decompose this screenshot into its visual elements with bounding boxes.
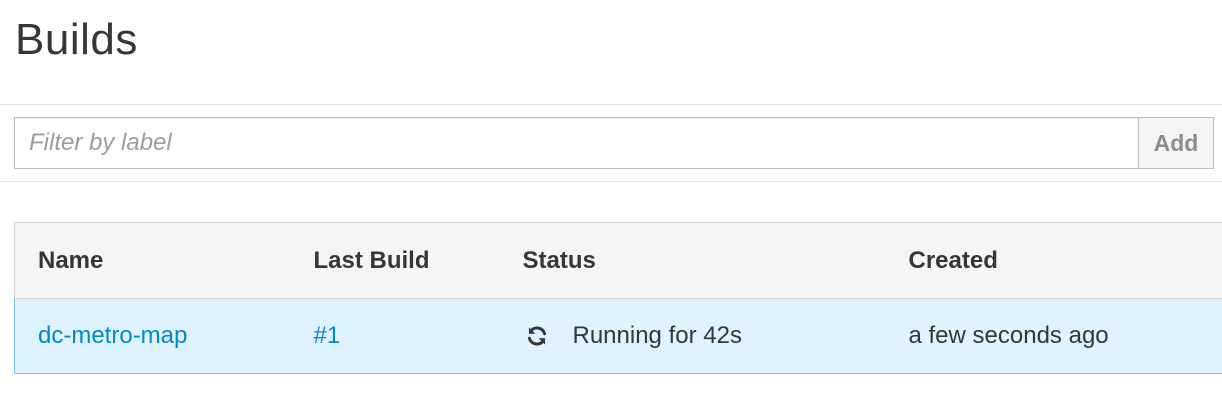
build-config-link[interactable]: dc-metro-map — [38, 322, 187, 349]
table-row[interactable]: dc-metro-map #1 Running for 42s a few se… — [14, 298, 1222, 374]
filter-by-label-input[interactable] — [14, 117, 1138, 169]
table-header-row: Name Last Build Status Created — [14, 222, 1222, 299]
column-header-last-build: Last Build — [290, 222, 500, 299]
sync-icon — [526, 325, 548, 347]
column-header-status: Status — [499, 222, 886, 299]
created-cell: a few seconds ago — [885, 298, 1222, 374]
status-text: Running for 42s — [572, 322, 742, 349]
created-time: a few seconds ago — [908, 322, 1109, 349]
toolbar-divider-top — [0, 104, 1222, 105]
build-name-cell: dc-metro-map — [14, 298, 291, 374]
last-build-link[interactable]: #1 — [314, 322, 341, 349]
last-build-cell: #1 — [290, 298, 500, 374]
column-header-created: Created — [885, 222, 1222, 299]
add-filter-button[interactable]: Add — [1138, 117, 1214, 169]
status-cell: Running for 42s — [499, 298, 886, 374]
page-title: Builds — [15, 15, 138, 64]
toolbar-divider-bottom — [0, 181, 1222, 182]
column-header-name: Name — [14, 222, 291, 299]
label-filter: Add — [14, 117, 1214, 169]
builds-table: Name Last Build Status Created dc-metro-… — [14, 222, 1222, 374]
